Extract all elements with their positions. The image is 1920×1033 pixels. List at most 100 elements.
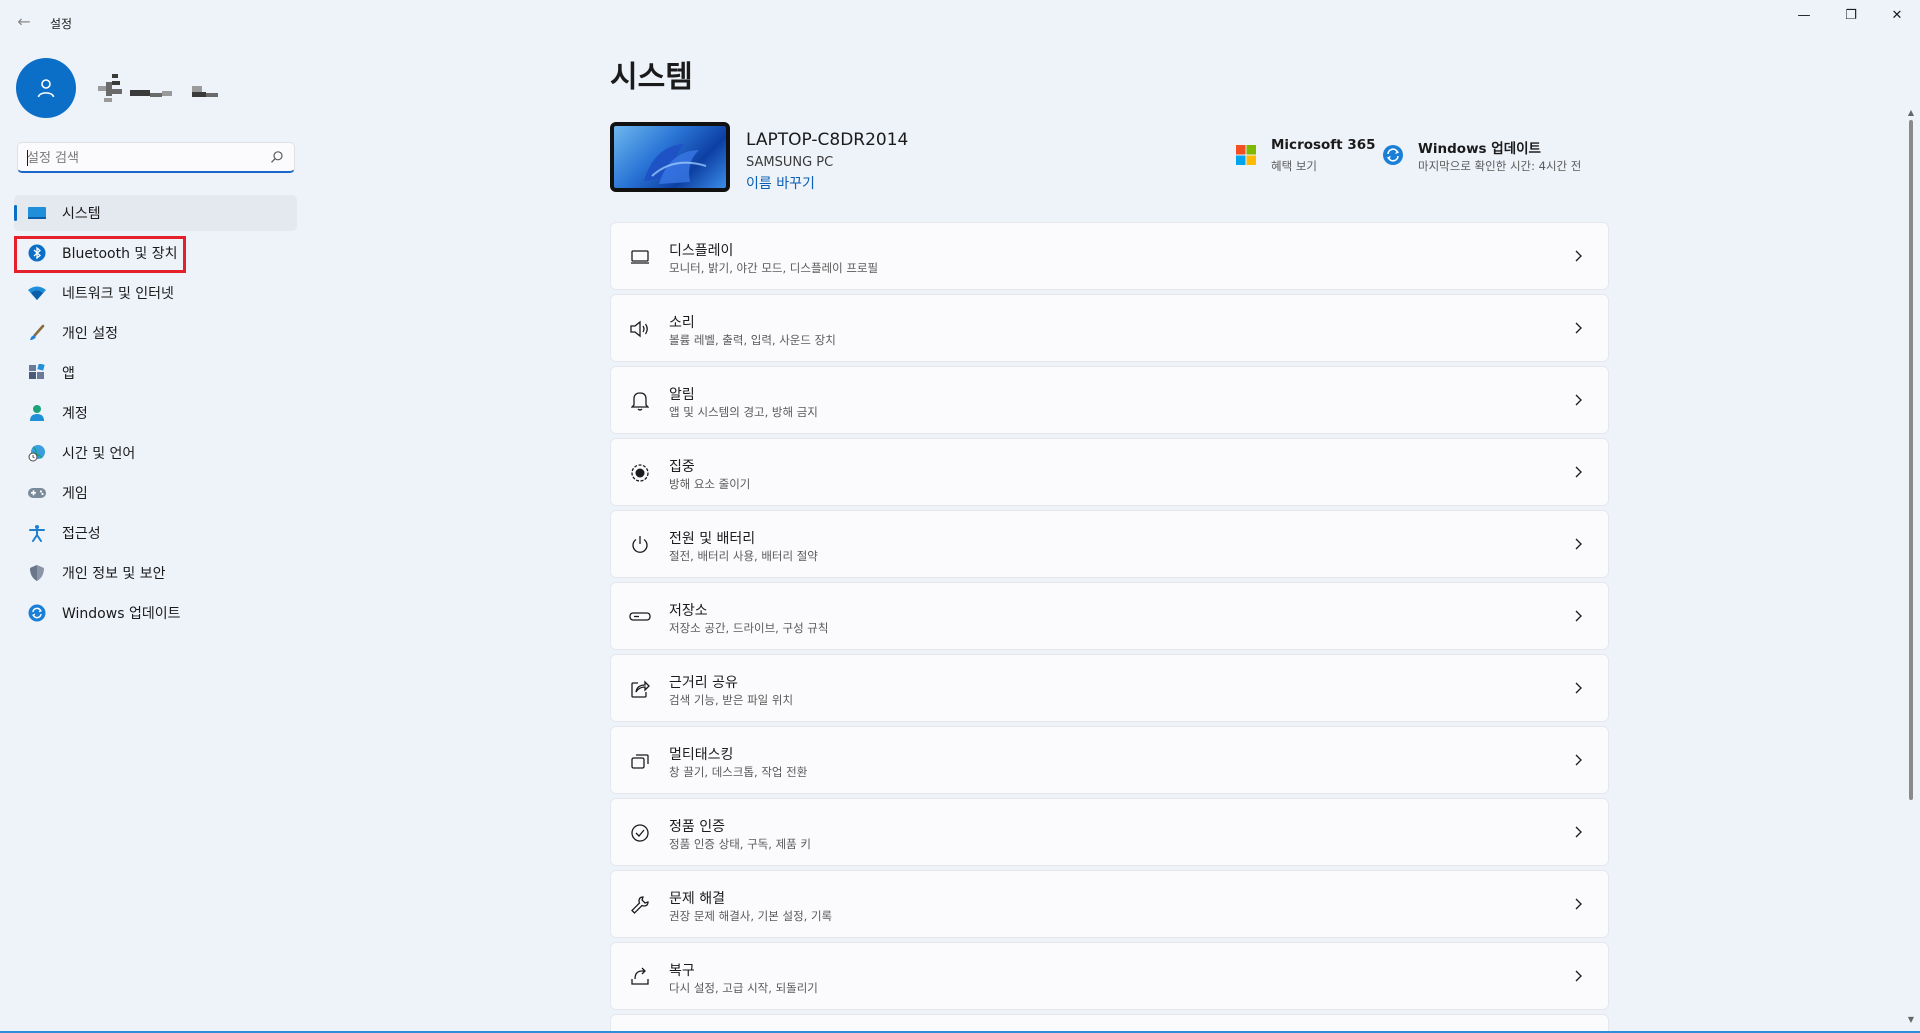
wrench-icon xyxy=(629,894,651,916)
card-recovery[interactable]: 복구 다시 설정, 고급 시작, 되돌리기 xyxy=(610,942,1609,1010)
sidebar-item-label: 개인 정보 및 보안 xyxy=(62,566,166,582)
card-multitasking[interactable]: 멀티태스킹 창 끌기, 데스크톱, 작업 전환 xyxy=(610,726,1609,794)
card-subtitle: 다시 설정, 고급 시작, 되돌리기 xyxy=(669,981,818,995)
recovery-icon xyxy=(629,966,651,988)
device-wallpaper-thumbnail xyxy=(610,122,730,192)
sidebar-item-bluetooth[interactable]: Bluetooth 및 장치 xyxy=(14,235,297,271)
card-subtitle: 모니터, 밝기, 야간 모드, 디스플레이 프로필 xyxy=(669,261,879,275)
rename-device-link[interactable]: 이름 바꾸기 xyxy=(746,173,815,193)
focus-icon xyxy=(629,462,651,484)
card-sound[interactable]: 소리 볼륨 레벨, 출력, 입력, 사운드 장치 xyxy=(610,294,1609,362)
card-notifications[interactable]: 알림 앱 및 시스템의 경고, 방해 금지 xyxy=(610,366,1609,434)
card-title: 멀티태스킹 xyxy=(669,747,734,763)
apps-icon xyxy=(26,362,48,384)
sidebar-item-privacy[interactable]: 개인 정보 및 보안 xyxy=(14,555,297,591)
card-title: 전원 및 배터리 xyxy=(669,531,756,547)
redacted-user-name xyxy=(94,72,254,106)
card-title: 정품 인증 xyxy=(669,819,725,835)
card-subtitle: 앱 및 시스템의 경고, 방해 금지 xyxy=(669,405,818,419)
sidebar-item-personalization[interactable]: 개인 설정 xyxy=(14,315,297,351)
sidebar-item-accounts[interactable]: 계정 xyxy=(14,395,297,431)
sidebar-item-windows-update[interactable]: Windows 업데이트 xyxy=(14,595,297,631)
user-profile[interactable] xyxy=(16,58,296,118)
page-title: 시스템 xyxy=(610,60,693,95)
card-title: 복구 xyxy=(669,963,695,979)
system-settings-list: 디스플레이 모니터, 밝기, 야간 모드, 디스플레이 프로필 소리 볼륨 레벨… xyxy=(610,222,1609,1033)
chevron-right-icon xyxy=(1575,538,1582,550)
paintbrush-icon xyxy=(26,322,48,344)
chevron-right-icon xyxy=(1575,394,1582,406)
chevron-right-icon xyxy=(1575,754,1582,766)
windows-update-icon xyxy=(1383,145,1403,165)
card-subtitle: 권장 문제 해결사, 기본 설정, 기록 xyxy=(669,909,833,923)
search-icon[interactable] xyxy=(270,150,284,164)
card-title: 근거리 공유 xyxy=(669,675,738,691)
minimize-button[interactable]: — xyxy=(1781,0,1827,32)
scroll-up-arrow-icon[interactable]: ▲ xyxy=(1906,108,1916,118)
speaker-icon xyxy=(629,318,651,340)
card-title: 집중 xyxy=(669,459,695,475)
main-scrollbar[interactable]: ▲ ▼ xyxy=(1906,108,1916,1033)
card-storage[interactable]: 저장소 저장소 공간, 드라이브, 구성 규칙 xyxy=(610,582,1609,650)
scroll-down-arrow-icon[interactable]: ▼ xyxy=(1906,1015,1916,1025)
sidebar-item-label: 개인 설정 xyxy=(62,326,118,342)
sidebar-nav: 시스템 Bluetooth 및 장치 네트워크 및 인터넷 개인 설정 앱 계정 xyxy=(14,195,297,635)
sidebar-item-system[interactable]: 시스템 xyxy=(14,195,297,231)
sidebar-item-time-language[interactable]: 시간 및 언어 xyxy=(14,435,297,471)
scroll-thumb[interactable] xyxy=(1909,120,1913,800)
bluetooth-icon xyxy=(26,242,48,264)
card-display[interactable]: 디스플레이 모니터, 밝기, 야간 모드, 디스플레이 프로필 xyxy=(610,222,1609,290)
account-icon xyxy=(26,402,48,424)
storage-icon xyxy=(629,606,651,628)
back-button[interactable]: ← xyxy=(12,10,36,34)
card-power-battery[interactable]: 전원 및 배터리 절전, 배터리 사용, 배터리 절약 xyxy=(610,510,1609,578)
close-icon: ✕ xyxy=(1891,8,1903,23)
bell-icon xyxy=(629,390,651,412)
maximize-icon: ❐ xyxy=(1845,8,1857,23)
promo-subtitle: 마지막으로 확인한 시간: 4시간 전 xyxy=(1418,159,1582,173)
maximize-button[interactable]: ❐ xyxy=(1828,0,1874,32)
sidebar-item-gaming[interactable]: 게임 xyxy=(14,475,297,511)
text-cursor xyxy=(27,150,28,166)
card-title: 디스플레이 xyxy=(669,243,734,259)
shield-icon xyxy=(26,562,48,584)
card-subtitle: 저장소 공간, 드라이브, 구성 규칙 xyxy=(669,621,829,635)
sidebar-item-accessibility[interactable]: 접근성 xyxy=(14,515,297,551)
display-icon xyxy=(629,246,651,268)
chevron-right-icon xyxy=(1575,610,1582,622)
sidebar-item-label: 시간 및 언어 xyxy=(62,446,136,462)
card-subtitle: 창 끌기, 데스크톱, 작업 전환 xyxy=(669,765,808,779)
sidebar-item-label: 시스템 xyxy=(62,206,101,222)
globe-clock-icon xyxy=(26,442,48,464)
card-title: 소리 xyxy=(669,315,695,331)
search-input[interactable] xyxy=(27,148,267,168)
multitask-icon xyxy=(629,750,651,772)
sidebar-item-label: 계정 xyxy=(62,406,88,422)
chevron-right-icon xyxy=(1575,250,1582,262)
close-button[interactable]: ✕ xyxy=(1874,0,1920,32)
card-subtitle: 검색 기능, 받은 파일 위치 xyxy=(669,693,794,707)
sidebar-item-label: 게임 xyxy=(62,486,88,502)
windows-update-icon xyxy=(26,602,48,624)
sidebar-item-network[interactable]: 네트워크 및 인터넷 xyxy=(14,275,297,311)
card-nearby-sharing[interactable]: 근거리 공유 검색 기능, 받은 파일 위치 xyxy=(610,654,1609,722)
chevron-right-icon xyxy=(1575,970,1582,982)
settings-search-box[interactable] xyxy=(17,142,295,173)
card-focus[interactable]: 집중 방해 요소 줄이기 xyxy=(610,438,1609,506)
microsoft365-promo[interactable]: Microsoft 365 혜택 보기 xyxy=(1235,136,1376,176)
chevron-right-icon xyxy=(1575,322,1582,334)
sidebar-item-apps[interactable]: 앱 xyxy=(14,355,297,391)
card-title: 문제 해결 xyxy=(669,891,725,907)
chevron-right-icon xyxy=(1575,682,1582,694)
back-arrow-icon: ← xyxy=(17,12,31,31)
wifi-icon xyxy=(26,282,48,304)
card-activation[interactable]: 정품 인증 정품 인증 상태, 구독, 제품 키 xyxy=(610,798,1609,866)
sidebar-item-label: Windows 업데이트 xyxy=(62,606,181,622)
chevron-right-icon xyxy=(1575,466,1582,478)
power-icon xyxy=(629,534,651,556)
card-subtitle: 볼륨 레벨, 출력, 입력, 사운드 장치 xyxy=(669,333,836,347)
card-subtitle: 방해 요소 줄이기 xyxy=(669,477,751,491)
windows-update-status[interactable]: Windows 업데이트 마지막으로 확인한 시간: 4시간 전 xyxy=(1382,136,1602,176)
card-troubleshoot[interactable]: 문제 해결 권장 문제 해결사, 기본 설정, 기록 xyxy=(610,870,1609,938)
chevron-right-icon xyxy=(1575,826,1582,838)
